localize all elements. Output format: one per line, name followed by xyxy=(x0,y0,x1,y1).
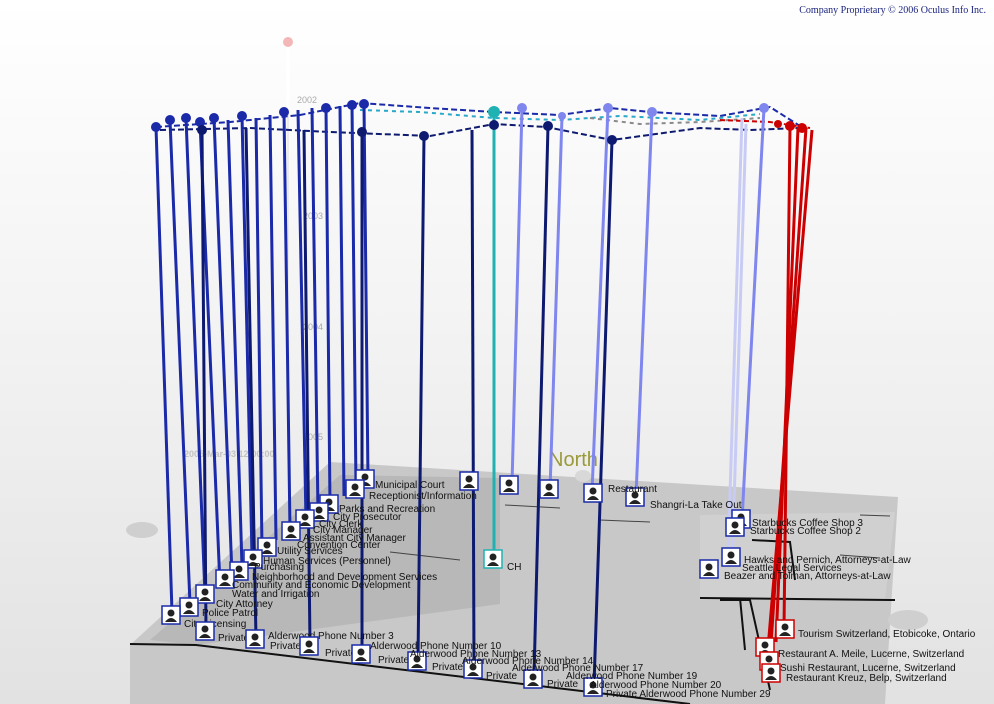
event-ring[interactable] xyxy=(155,101,811,142)
geo-time-scene[interactable]: North 2002 2003 2004 2005 2005-Mar-03 12… xyxy=(0,0,994,704)
map-stone xyxy=(888,610,928,630)
label-meile: Restaurant A. Meile, Lucerne, Switzerlan… xyxy=(778,649,964,660)
label-private: Private xyxy=(218,633,250,644)
label-private-2: Private xyxy=(270,641,302,652)
label-kreuz: Restaurant Kreuz, Belp, Switzerland xyxy=(786,673,947,684)
label-shangri-la: Shangri-La Take Out xyxy=(650,500,742,511)
label-ch: CH xyxy=(507,562,521,573)
label-starbucks-2: Starbucks Coffee Shop 2 xyxy=(750,526,861,537)
label-tourism: Tourism Switzerland, Etobicoke, Ontario xyxy=(798,629,976,640)
label-restaurant: Restaurant xyxy=(608,484,657,495)
compass-north-label: North xyxy=(549,449,598,471)
label-municipal-court: Municipal Court xyxy=(375,480,445,491)
label-private-5: Private xyxy=(432,662,464,673)
year-tick-2002: 2002 xyxy=(297,95,317,105)
label-phone-29: Private Alderwood Phone Number 29 xyxy=(606,689,771,700)
timeline-nodes[interactable] xyxy=(151,99,807,145)
label-beazer: Beazer and Tolman, Attorneys-at-Law xyxy=(724,571,891,582)
year-tick-2005: 2005 xyxy=(303,432,323,442)
label-receptionist: Receptionist/Information xyxy=(369,491,477,502)
map-stone xyxy=(126,522,158,538)
label-city-licensing: City Licensing xyxy=(184,619,246,630)
switzerland-markers[interactable]: Tourism Switzerland, Etobicoke, Ontario … xyxy=(755,619,976,684)
label-private-4: Private xyxy=(378,655,410,666)
timelines-business[interactable] xyxy=(510,107,766,521)
label-police-patrol: Police Patrol xyxy=(202,608,258,619)
map-stone xyxy=(575,470,591,482)
time-slider-handle[interactable] xyxy=(283,37,293,47)
